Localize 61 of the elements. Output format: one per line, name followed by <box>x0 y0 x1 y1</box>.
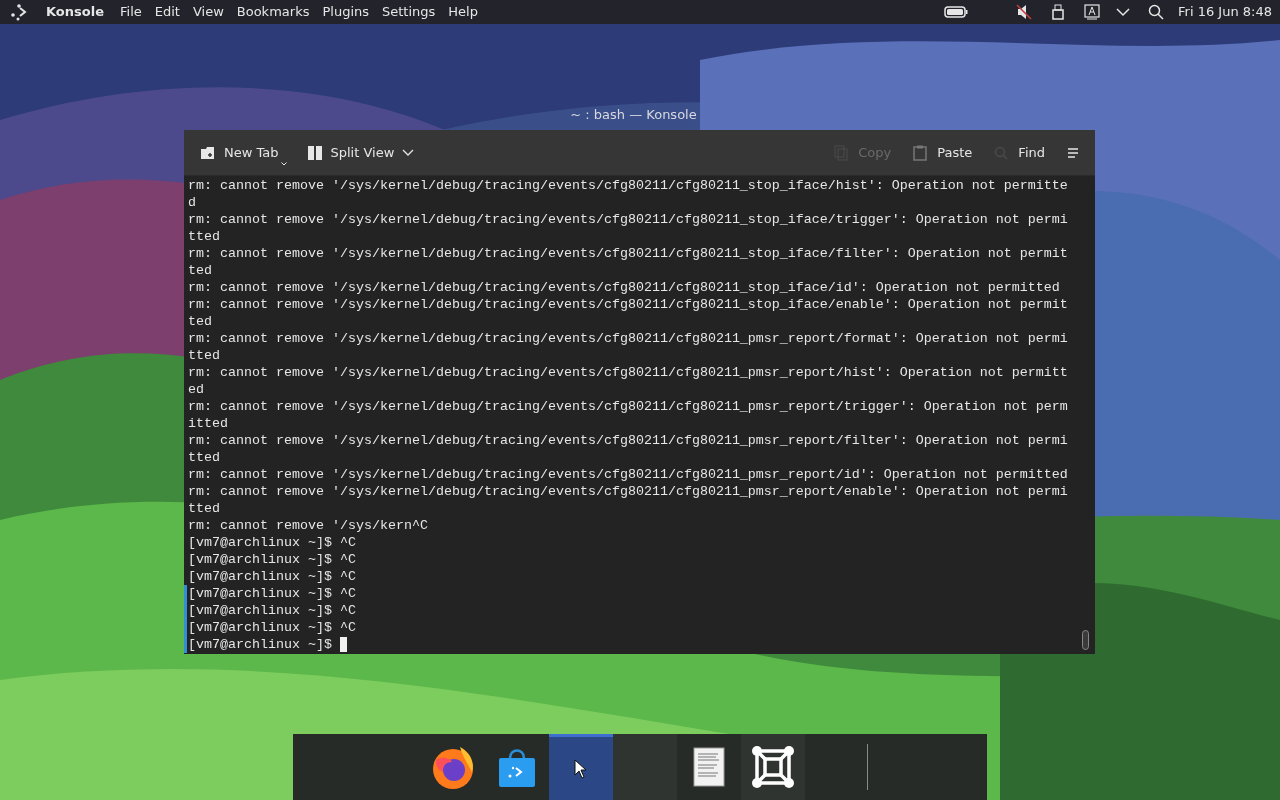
frame-icon <box>751 745 795 789</box>
terminal-line: tted <box>188 500 220 517</box>
menu-item[interactable]: Help <box>448 2 478 22</box>
chevron-down-icon <box>402 148 415 157</box>
split-view-icon <box>306 144 323 161</box>
terminal-line: rm: cannot remove '/sys/kernel/debug/tracing/events/cfg80211/cfg80211_pmsr_report/hist': Operation not permitt <box>188 364 1068 381</box>
clipboard-icon <box>913 144 928 161</box>
terminal-line: [vm7@archlinux ~]$ ^C <box>188 619 356 636</box>
new-tab-button[interactable]: New Tab <box>200 142 287 163</box>
terminal-line: rm: cannot remove '/sys/kernel/debug/tracing/events/cfg80211/cfg80211_stop_iface/enable': Operation not permit <box>188 296 1068 313</box>
terminal-line: [vm7@archlinux ~]$ ^C <box>188 602 356 619</box>
terminal-line: tted <box>188 347 220 364</box>
terminal-line: ed <box>188 381 204 398</box>
menu-item[interactable]: Settings <box>382 2 436 22</box>
new-tab-icon <box>200 145 216 160</box>
terminal-line: [vm7@archlinux ~]$ ^C <box>188 551 356 568</box>
find-button[interactable]: Find <box>994 142 1045 163</box>
terminal-line: rm: cannot remove '/sys/kernel/debug/tracing/events/cfg80211/cfg80211_pmsr_report/trigger': Operation not perm <box>188 398 1068 415</box>
browser-icon <box>430 744 476 790</box>
muted-speaker-icon[interactable] <box>1016 4 1033 20</box>
terminal-line: rm: cannot remove '/sys/kernel/debug/tracing/events/cfg80211/cfg80211_stop_iface/hist': Operation not permitte <box>188 177 1068 194</box>
window-title: ~ : bash — Konsole <box>570 105 697 124</box>
terminal-line: tted <box>188 228 220 245</box>
terminal-line: rm: cannot remove '/sys/kernel/debug/tracing/events/cfg80211/cfg80211_stop_iface/trigger': Operation not permi <box>188 211 1068 228</box>
clock[interactable]: Fri 16 Jun 8:48 <box>1178 2 1272 22</box>
terminal-line: [vm7@archlinux ~]$ <box>188 636 347 653</box>
terminal-line: d <box>188 194 196 211</box>
terminal-line: [vm7@archlinux ~]$ ^C <box>188 534 356 551</box>
menu-item[interactable]: File <box>120 2 142 22</box>
shopping-bag-icon <box>498 746 536 788</box>
terminal-line: itted <box>188 415 228 432</box>
menu-item[interactable]: Edit <box>154 2 180 22</box>
terminal-line: rm: cannot remove '/sys/kernel/debug/tracing/events/cfg80211/cfg80211_pmsr_report/filter': Operation not permi <box>188 432 1068 449</box>
terminal-line: rm: cannot remove '/sys/kernel/debug/tracing/events/cfg80211/cfg80211_pmsr_report/id': Operation not permitted <box>188 466 1068 483</box>
split-view-button[interactable]: Split View <box>306 142 415 163</box>
terminal-line: tted <box>188 449 220 466</box>
paste-button[interactable]: Paste <box>913 142 973 163</box>
text-document-icon <box>693 747 725 787</box>
terminal-line: rm: cannot remove '/sys/kernel/debug/tracing/events/cfg80211/cfg80211_pmsr_report/enable': Operation not permi <box>188 483 1068 500</box>
terminal-line: ted <box>188 262 212 279</box>
terminal-line: rm: cannot remove '/sys/kernel/debug/tracing/events/cfg80211/cfg80211_stop_iface/filter': Operation not permit <box>188 245 1068 262</box>
scrollbar-handle[interactable] <box>1082 630 1089 650</box>
mouse-pointer-icon <box>574 758 588 779</box>
chevron-down-icon[interactable] <box>1116 7 1131 17</box>
search-icon[interactable] <box>1148 4 1165 20</box>
menu-item[interactable]: Bookmarks <box>236 2 310 22</box>
dock-item[interactable] <box>741 734 805 800</box>
menu-item[interactable]: Plugins <box>322 2 369 22</box>
battery-icon[interactable] <box>944 6 969 18</box>
terminal-line: ted <box>188 313 212 330</box>
keyboard-layout-icon[interactable] <box>1084 4 1101 20</box>
terminal-line: rm: cannot remove '/sys/kern^C <box>188 517 428 534</box>
launcher-icon[interactable] <box>10 3 28 21</box>
terminal-line: rm: cannot remove '/sys/kernel/debug/tracing/events/cfg80211/cfg80211_pmsr_report/format': Operation not permi <box>188 330 1068 347</box>
terminal-line: rm: cannot remove '/sys/kernel/debug/tracing/events/cfg80211/cfg80211_stop_iface/id': Operation not permitted <box>188 279 1060 296</box>
caret-icon <box>280 162 287 167</box>
terminal-line: [vm7@archlinux ~]$ ^C <box>188 585 356 602</box>
menu-icon[interactable] <box>1067 147 1079 158</box>
app-name: Konsole <box>46 3 104 22</box>
terminal-line: [vm7@archlinux ~]$ ^C <box>188 568 356 585</box>
menu-item[interactable]: View <box>192 2 224 22</box>
